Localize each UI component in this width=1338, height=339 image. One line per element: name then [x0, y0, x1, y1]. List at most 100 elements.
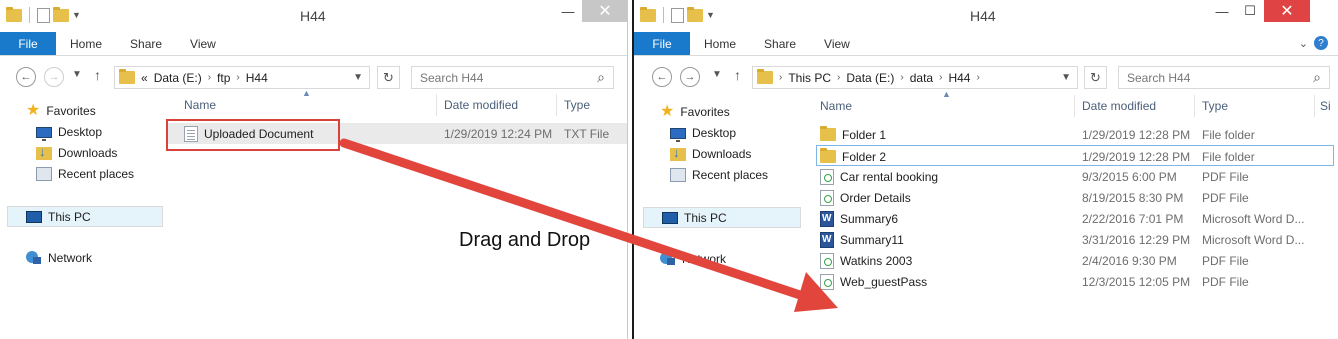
file-date: 1/29/2019 12:28 PM [1082, 127, 1191, 142]
nav-favorites[interactable]: ★ Favorites [660, 104, 730, 120]
nav-network[interactable]: Network [660, 252, 726, 266]
up-button[interactable]: ↑ [734, 67, 741, 83]
search-icon[interactable]: ⌕ [597, 69, 605, 86]
table-row[interactable]: Folder 1 1/29/2019 12:28 PM File folder [806, 124, 1332, 145]
recent-locations-icon[interactable]: ▼ [72, 69, 82, 80]
column-type[interactable]: Type [564, 94, 590, 116]
customize-dropdown-icon[interactable]: ▼ [72, 10, 81, 20]
tab-share[interactable]: Share [750, 32, 810, 55]
pdf-file-icon [820, 252, 834, 269]
chevron-down-icon[interactable]: ▼ [1061, 72, 1071, 83]
tab-share[interactable]: Share [116, 32, 176, 55]
table-row[interactable]: Summary11 3/31/2016 12:29 PM Microsoft W… [806, 229, 1332, 250]
close-button[interactable]: ✕ [1264, 0, 1310, 22]
breadcrumb-data[interactable]: data [910, 71, 933, 85]
nav-recent-places[interactable]: Recent places [670, 168, 768, 182]
new-folder-icon[interactable] [687, 6, 703, 22]
chevron-right-icon[interactable]: › [208, 72, 211, 83]
breadcrumb-ftp[interactable]: ftp [217, 71, 230, 85]
address-bar[interactable]: › This PC › Data (E:) › data › H44 › ▼ [752, 66, 1078, 89]
search-input[interactable]: Search H44 ⌕ [1118, 66, 1330, 89]
folder-icon[interactable] [6, 6, 22, 22]
recent-locations-icon[interactable]: ▼ [712, 69, 722, 80]
chevron-down-icon[interactable]: ▼ [353, 72, 363, 83]
refresh-button[interactable]: ↻ [1084, 66, 1107, 89]
nav-label: Downloads [58, 146, 118, 160]
back-button[interactable]: ← [652, 67, 672, 87]
file-date: 1/29/2019 12:24 PM [444, 126, 553, 141]
column-date-modified[interactable]: Date modified [1082, 95, 1156, 117]
folder-icon[interactable] [640, 6, 656, 22]
column-type[interactable]: Type [1202, 95, 1228, 117]
breadcrumb-h44[interactable]: H44 [948, 71, 970, 85]
breadcrumb-this-pc[interactable]: This PC [788, 71, 831, 85]
help-icon[interactable]: ? [1314, 36, 1328, 50]
close-button[interactable]: ✕ [582, 0, 627, 22]
nav-this-pc[interactable]: This PC [643, 207, 801, 228]
nav-downloads[interactable]: Downloads [670, 145, 751, 161]
column-divider[interactable] [1194, 95, 1195, 117]
table-row[interactable]: Car rental booking 9/3/2015 6:00 PM PDF … [806, 166, 1332, 187]
tab-home[interactable]: Home [690, 32, 750, 55]
search-input[interactable]: Search H44 ⌕ [411, 66, 614, 89]
table-row[interactable]: Order Details 8/19/2015 8:30 PM PDF File [806, 187, 1332, 208]
pdf-file-icon [820, 168, 834, 185]
tab-home[interactable]: Home [56, 32, 116, 55]
column-divider[interactable] [556, 94, 557, 116]
minimize-button[interactable]: — [554, 0, 582, 22]
breadcrumb-data-e[interactable]: Data (E:) [154, 71, 202, 85]
forward-button[interactable]: → [680, 67, 700, 87]
table-row[interactable]: Web_guestPass 12/3/2015 12:05 PM PDF Fil… [806, 271, 1332, 292]
network-icon [26, 251, 42, 265]
forward-button[interactable]: → [44, 67, 64, 87]
nav-favorites[interactable]: ★ Favorites [26, 103, 96, 119]
tab-file[interactable]: File [0, 32, 56, 55]
table-row[interactable]: Summary6 2/22/2016 7:01 PM Microsoft Wor… [806, 208, 1332, 229]
minimize-button[interactable]: — [1208, 0, 1236, 22]
tab-view[interactable]: View [176, 32, 230, 55]
nav-this-pc[interactable]: This PC [7, 206, 163, 227]
chevron-right-icon[interactable]: › [900, 72, 903, 83]
chevron-right-icon[interactable]: › [976, 72, 979, 83]
downloads-icon [36, 144, 52, 160]
column-size[interactable]: Si [1320, 95, 1331, 117]
new-folder-icon[interactable] [53, 6, 69, 22]
customize-dropdown-icon[interactable]: ▼ [706, 10, 715, 20]
up-button[interactable]: ↑ [94, 67, 101, 83]
nav-desktop[interactable]: Desktop [670, 126, 736, 142]
chevron-right-icon[interactable]: › [779, 72, 782, 83]
properties-icon[interactable] [37, 7, 50, 23]
quick-access-toolbar: ▼ [640, 6, 715, 23]
table-row[interactable]: Folder 2 1/29/2019 12:28 PM File folder [816, 145, 1334, 166]
tab-view[interactable]: View [810, 32, 864, 55]
maximize-button[interactable]: ☐ [1236, 0, 1264, 22]
folder-icon [820, 148, 836, 163]
nav-desktop[interactable]: Desktop [36, 125, 102, 141]
chevron-right-icon[interactable]: › [837, 72, 840, 83]
nav-label: This PC [48, 209, 91, 224]
table-row[interactable]: Watkins 2003 2/4/2016 9:30 PM PDF File [806, 250, 1332, 271]
nav-downloads[interactable]: Downloads [36, 144, 118, 160]
refresh-button[interactable]: ↻ [377, 66, 400, 89]
column-name[interactable]: Name [820, 95, 852, 117]
tab-file[interactable]: File [634, 32, 690, 55]
breadcrumb-data-e[interactable]: Data (E:) [846, 71, 894, 85]
column-date-modified[interactable]: Date modified [444, 94, 518, 116]
expand-ribbon-icon[interactable]: ⌄ [1299, 37, 1308, 50]
drag-and-drop-label: Drag and Drop [459, 229, 591, 251]
column-name[interactable]: Name [184, 94, 216, 116]
chevron-right-icon[interactable]: › [236, 72, 239, 83]
address-bar[interactable]: « Data (E:) › ftp › H44 ▼ [114, 66, 370, 89]
back-button[interactable]: ← [16, 67, 36, 87]
properties-icon[interactable] [671, 7, 684, 23]
nav-network[interactable]: Network [26, 251, 92, 265]
search-icon[interactable]: ⌕ [1313, 69, 1321, 86]
nav-recent-places[interactable]: Recent places [36, 167, 134, 181]
column-divider[interactable] [436, 94, 437, 116]
chevron-right-icon[interactable]: › [939, 72, 942, 83]
breadcrumb-h44[interactable]: H44 [246, 71, 268, 85]
column-divider[interactable] [1314, 95, 1315, 117]
column-divider[interactable] [1074, 95, 1075, 117]
quick-access-toolbar: ▼ [6, 6, 81, 23]
breadcrumb-overflow[interactable]: « [141, 71, 148, 85]
